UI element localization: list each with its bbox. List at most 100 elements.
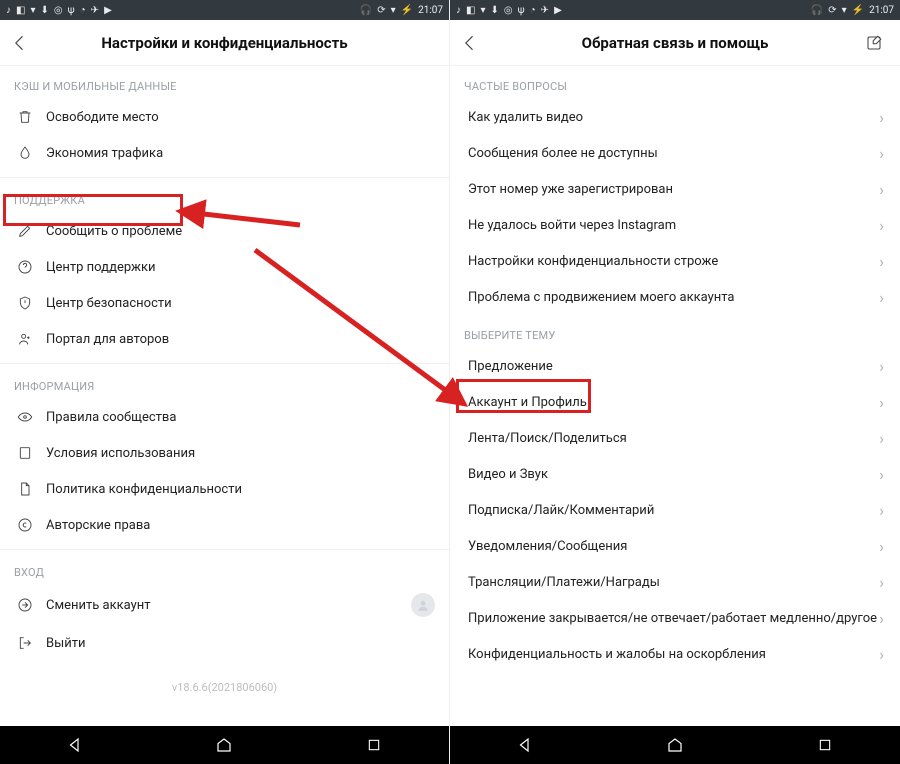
- nav-back[interactable]: [495, 730, 555, 760]
- chevron-right-icon: ›: [879, 537, 884, 556]
- row-label: Аккаунт и Профиль: [466, 395, 879, 410]
- row-label: Выйти: [46, 636, 435, 651]
- row-data-saver[interactable]: Экономия трафика: [0, 135, 449, 171]
- faq-promotion-issue[interactable]: Проблема с продвижением моего аккаунта ›: [450, 279, 900, 315]
- row-label: Уведомления/Сообщения: [466, 539, 879, 554]
- settings-content: КЭШ И МОБИЛЬНЫЕ ДАННЫЕ Освободите место …: [0, 66, 449, 726]
- faq-delete-video[interactable]: Как удалить видео ›: [450, 99, 900, 135]
- row-label: Лента/Поиск/Поделиться: [466, 431, 879, 446]
- row-label: Политика конфиденциальности: [46, 482, 435, 497]
- topic-feed-search-share[interactable]: Лента/Поиск/Поделиться ›: [450, 420, 900, 456]
- faq-messages-unavailable[interactable]: Сообщения более не доступны ›: [450, 135, 900, 171]
- back-button[interactable]: [450, 23, 490, 63]
- drop-icon: [14, 145, 36, 161]
- row-label: Приложение закрывается/не отвечает/работ…: [466, 611, 879, 626]
- trash-icon: [14, 109, 36, 125]
- avatar-icon: [411, 593, 435, 617]
- status-bar: ♪◧▾⬇◎ψ◔✈▶ 🎧⟳▾⚡21:07: [450, 0, 900, 20]
- row-label: Настройки конфиденциальности строже: [466, 254, 879, 269]
- row-label: Освободите место: [46, 110, 435, 125]
- divider: [0, 363, 449, 364]
- row-label: Сообщить о проблеме: [46, 224, 435, 239]
- topic-live-payments-rewards[interactable]: Трансляции/Платежи/Награды ›: [450, 564, 900, 600]
- topic-follow-like-comment[interactable]: Подписка/Лайк/Комментарий ›: [450, 492, 900, 528]
- chevron-right-icon: ›: [879, 573, 884, 592]
- faq-instagram-login[interactable]: Не удалось войти через Instagram ›: [450, 207, 900, 243]
- android-navbar: [0, 726, 449, 764]
- chevron-right-icon: ›: [879, 501, 884, 520]
- divider: [0, 177, 449, 178]
- chevron-right-icon: ›: [879, 144, 884, 163]
- row-label: Предложение: [466, 359, 879, 374]
- chevron-right-icon: ›: [879, 288, 884, 307]
- row-creator-portal[interactable]: Портал для авторов: [0, 321, 449, 357]
- logout-icon: [14, 635, 36, 651]
- status-time: 21:07: [418, 5, 443, 16]
- row-label: Подписка/Лайк/Комментарий: [466, 503, 879, 518]
- nav-recent[interactable]: [795, 730, 855, 760]
- chevron-right-icon: ›: [879, 609, 884, 628]
- compose-button[interactable]: [854, 23, 894, 63]
- nav-home[interactable]: [645, 730, 705, 760]
- chevron-right-icon: ›: [879, 252, 884, 271]
- page-title: Настройки и конфиденциальность: [0, 34, 449, 52]
- feedback-content: ЧАСТЫЕ ВОПРОСЫ Как удалить видео › Сообщ…: [450, 66, 900, 726]
- divider: [0, 549, 449, 550]
- row-label: Сменить аккаунт: [46, 598, 411, 613]
- row-label: Экономия трафика: [46, 146, 435, 161]
- row-safety-center[interactable]: Центр безопасности: [0, 285, 449, 321]
- row-label: Проблема с продвижением моего аккаунта: [466, 290, 879, 305]
- row-support-center[interactable]: Центр поддержки: [0, 249, 449, 285]
- chevron-right-icon: ›: [879, 216, 884, 235]
- copyright-icon: [14, 517, 36, 533]
- topic-app-crash-slow[interactable]: Приложение закрывается/не отвечает/работ…: [450, 600, 900, 636]
- title-bar: Настройки и конфиденциальность: [0, 20, 449, 66]
- row-logout[interactable]: Выйти: [0, 625, 449, 661]
- nav-back[interactable]: [45, 730, 105, 760]
- row-label: Условия использования: [46, 446, 435, 461]
- row-report-problem[interactable]: Сообщить о проблеме: [0, 213, 449, 249]
- row-label: Как удалить видео: [466, 110, 879, 125]
- row-community-guidelines[interactable]: Правила сообщества: [0, 399, 449, 435]
- book-icon: [14, 445, 36, 461]
- question-icon: [14, 259, 36, 275]
- topic-notifications-messages[interactable]: Уведомления/Сообщения ›: [450, 528, 900, 564]
- chevron-right-icon: ›: [879, 465, 884, 484]
- row-label: Конфиденциальность и жалобы на оскорблен…: [466, 647, 879, 662]
- row-free-space[interactable]: Освободите место: [0, 99, 449, 135]
- row-switch-account[interactable]: Сменить аккаунт: [0, 585, 449, 625]
- nav-recent[interactable]: [344, 730, 404, 760]
- faq-number-registered[interactable]: Этот номер уже зарегистрирован ›: [450, 171, 900, 207]
- status-time: 21:07: [869, 5, 894, 16]
- row-label: Портал для авторов: [46, 332, 435, 347]
- topic-privacy-abuse-reports[interactable]: Конфиденциальность и жалобы на оскорблен…: [450, 636, 900, 672]
- section-header: ИНФОРМАЦИЯ: [0, 366, 449, 399]
- pencil-icon: [14, 223, 36, 239]
- chevron-right-icon: ›: [879, 645, 884, 664]
- section-header: ВЫБЕРИТЕ ТЕМУ: [450, 315, 900, 348]
- section-header: ПОДДЕРЖКА: [0, 180, 449, 213]
- row-label: Центр поддержки: [46, 260, 435, 275]
- section-header: ЧАСТЫЕ ВОПРОСЫ: [450, 66, 900, 99]
- row-label: Центр безопасности: [46, 296, 435, 311]
- nav-home[interactable]: [194, 730, 254, 760]
- shield-icon: [14, 295, 36, 311]
- topic-suggestion[interactable]: Предложение ›: [450, 348, 900, 384]
- android-navbar: [450, 726, 900, 764]
- eye-icon: [14, 409, 36, 425]
- row-copyright[interactable]: Авторские права: [0, 507, 449, 543]
- back-button[interactable]: [0, 23, 40, 63]
- chevron-right-icon: ›: [879, 357, 884, 376]
- topic-account-profile[interactable]: Аккаунт и Профиль ›: [450, 384, 900, 420]
- row-label: Не удалось войти через Instagram: [466, 218, 879, 233]
- topic-video-sound[interactable]: Видео и Звук ›: [450, 456, 900, 492]
- row-label: Авторские права: [46, 518, 435, 533]
- row-privacy-policy[interactable]: Политика конфиденциальности: [0, 471, 449, 507]
- page-title: Обратная связь и помощь: [450, 34, 900, 52]
- chevron-right-icon: ›: [879, 180, 884, 199]
- row-label: Видео и Звук: [466, 467, 879, 482]
- title-bar: Обратная связь и помощь: [450, 20, 900, 66]
- faq-privacy-stricter[interactable]: Настройки конфиденциальности строже ›: [450, 243, 900, 279]
- row-label: Сообщения более не доступны: [466, 146, 879, 161]
- row-terms[interactable]: Условия использования: [0, 435, 449, 471]
